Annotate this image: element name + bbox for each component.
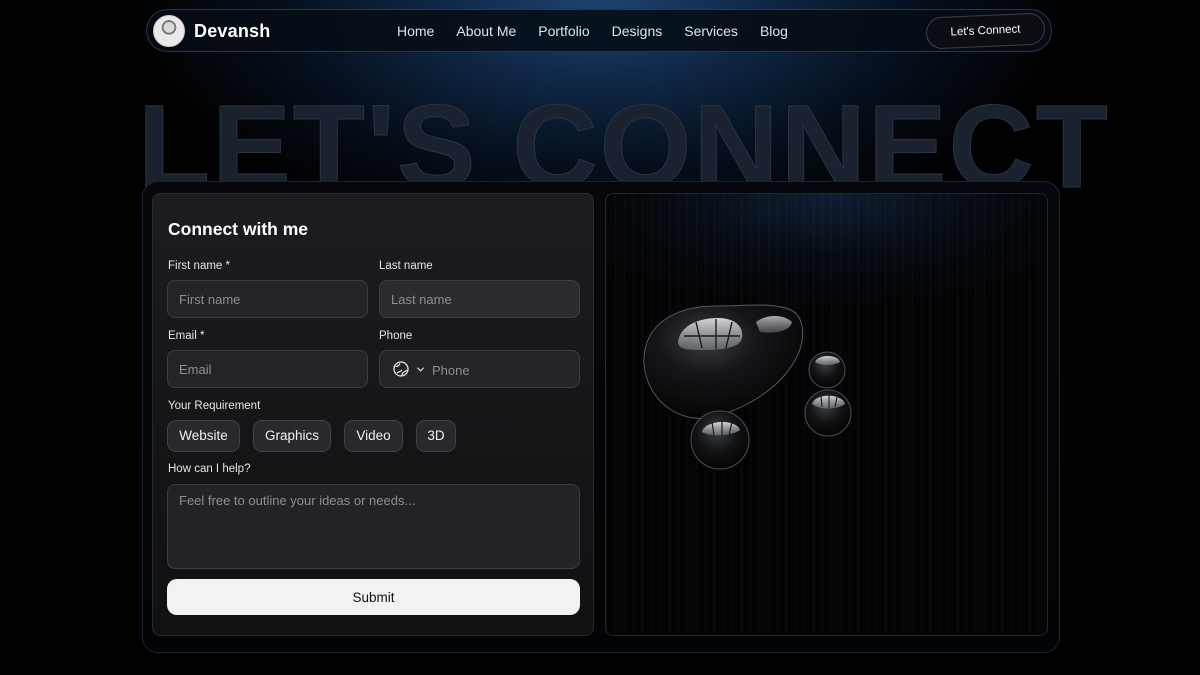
globe-icon[interactable]: [393, 361, 409, 377]
page: Devansh Home About Me Portfolio Designs …: [0, 0, 1200, 675]
help-textarea[interactable]: [167, 484, 580, 569]
requirement-chip-video[interactable]: Video: [344, 420, 403, 452]
nav-link-designs[interactable]: Designs: [612, 23, 663, 39]
first-name-label: First name *: [168, 260, 230, 272]
chrome-blobs-illustration: [643, 304, 852, 470]
form-title: Connect with me: [168, 219, 309, 239]
nav-link-home[interactable]: Home: [397, 23, 434, 39]
requirement-chip-3d[interactable]: 3D: [416, 420, 456, 452]
avatar: [153, 15, 185, 47]
nav-link-about-me[interactable]: About Me: [456, 23, 516, 39]
sphere-bottom: [690, 410, 750, 470]
top-navbar: Devansh Home About Me Portfolio Designs …: [146, 9, 1052, 52]
first-name-input[interactable]: [167, 280, 368, 318]
sphere-right: [804, 389, 852, 437]
last-name-input[interactable]: [379, 280, 580, 318]
email-input[interactable]: [167, 350, 368, 388]
email-label: Email *: [168, 330, 205, 342]
brand[interactable]: Devansh: [153, 15, 270, 47]
brand-name: Devansh: [194, 20, 271, 41]
nav-link-services[interactable]: Services: [684, 23, 738, 39]
phone-label: Phone: [379, 330, 413, 342]
phone-input[interactable]: [430, 351, 582, 389]
phone-field: [379, 350, 582, 389]
visual-panel: [605, 193, 1048, 636]
lets-connect-button[interactable]: Let's Connect: [925, 12, 1046, 50]
requirement-chip-graphics[interactable]: Graphics: [253, 420, 331, 452]
submit-button[interactable]: Submit: [167, 579, 580, 615]
nav-links: Home About Me Portfolio Designs Services…: [397, 23, 788, 39]
contact-form: Connect with me First name * Last name E…: [152, 193, 594, 636]
nav-link-portfolio[interactable]: Portfolio: [538, 23, 589, 39]
chevron-down-icon[interactable]: [416, 365, 425, 374]
main-blob: [643, 304, 804, 420]
last-name-label: Last name: [379, 260, 433, 272]
requirement-chip-website[interactable]: Website: [167, 420, 240, 452]
nav-link-blog[interactable]: Blog: [760, 23, 788, 39]
requirement-label: Your Requirement: [168, 400, 261, 412]
help-label: How can I help?: [168, 463, 251, 475]
sphere-small: [808, 351, 846, 389]
